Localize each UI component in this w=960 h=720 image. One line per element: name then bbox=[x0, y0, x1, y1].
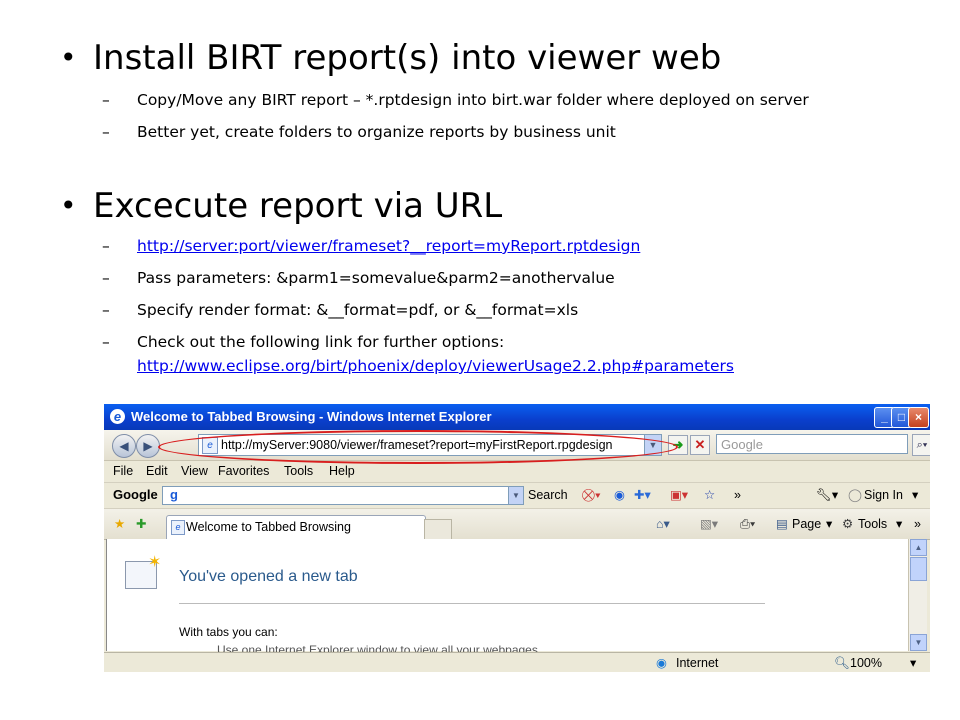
page-subheading: With tabs you can: bbox=[179, 625, 278, 639]
page-menu-button[interactable]: Page bbox=[792, 509, 821, 539]
gear-icon: ⚙ bbox=[842, 517, 854, 531]
ie-logo-icon: e bbox=[110, 409, 125, 424]
close-button[interactable]: × bbox=[908, 407, 929, 428]
print-icon[interactable]: ⎙▾ bbox=[740, 509, 755, 539]
chevron-down-icon[interactable]: ▾ bbox=[910, 653, 916, 672]
menu-edit[interactable]: Edit bbox=[146, 461, 168, 481]
tab-title: Welcome to Tabbed Browsing bbox=[186, 520, 351, 534]
popup-blocker-icon[interactable]: ⛒▾ bbox=[582, 483, 601, 507]
page-menu-icon: ▤ bbox=[776, 517, 788, 531]
sub-bullet-text: Copy/Move any BIRT report – *.rptdesign … bbox=[137, 91, 809, 109]
more-chevron-icon[interactable]: » bbox=[914, 509, 921, 539]
page-content: ✶ You've opened a new tab With tabs you … bbox=[106, 539, 909, 657]
search-icon[interactable]: ⌕▾ bbox=[912, 434, 930, 456]
new-tab-button[interactable] bbox=[424, 519, 452, 540]
chevron-down-icon[interactable]: ▼ bbox=[508, 487, 523, 504]
bullet-title-install: Install BIRT report(s) into viewer web bbox=[93, 38, 722, 78]
new-tab-icon: ✶ bbox=[125, 554, 161, 589]
sub-bullet-text: Pass parameters: &parm1=somevalue&parm2=… bbox=[137, 269, 615, 287]
divider bbox=[179, 603, 765, 604]
chevron-down-icon[interactable]: ▾ bbox=[912, 483, 918, 507]
status-bar: ◉ Internet 🔍︎ 100% ▾ bbox=[104, 652, 930, 672]
sign-in-button[interactable]: Sign In bbox=[864, 483, 903, 507]
frameset-url-link[interactable]: http://server:port/viewer/frameset?__rep… bbox=[137, 237, 640, 255]
sign-in-circle-icon: ◯ bbox=[848, 488, 862, 502]
menu-view[interactable]: View bbox=[181, 461, 208, 481]
forward-button[interactable]: ▶ bbox=[136, 434, 160, 458]
search-input[interactable]: Google bbox=[716, 434, 908, 454]
more-chevron-icon[interactable]: » bbox=[734, 483, 741, 507]
bullet-dot: • bbox=[60, 189, 77, 222]
scroll-thumb[interactable] bbox=[910, 557, 927, 581]
google-search-input[interactable]: ▼ bbox=[162, 486, 524, 505]
page-heading: You've opened a new tab bbox=[179, 568, 358, 585]
wrench-icon[interactable]: 🔧︎▾ bbox=[816, 483, 838, 507]
puzzle-icon[interactable]: ✚▾ bbox=[634, 483, 651, 507]
ie-screenshot: e Welcome to Tabbed Browsing - Windows I… bbox=[104, 404, 930, 672]
highlight-icon[interactable]: ▣▾ bbox=[670, 483, 688, 507]
add-favorite-icon[interactable]: ✚ bbox=[136, 509, 146, 539]
page-icon: e bbox=[171, 520, 185, 535]
menu-favorites[interactable]: Favorites bbox=[218, 461, 269, 481]
globe-icon: ◉ bbox=[656, 656, 667, 670]
zoom-icon: 🔍︎ bbox=[834, 656, 850, 670]
bullet-dot: • bbox=[60, 41, 77, 74]
sub-bullet-text: Better yet, create folders to organize r… bbox=[137, 123, 616, 141]
menu-file[interactable]: File bbox=[113, 461, 133, 481]
favorites-star-icon[interactable]: ★ bbox=[114, 509, 125, 539]
stop-button[interactable]: ✕ bbox=[690, 435, 710, 455]
back-button[interactable]: ◀ bbox=[112, 434, 136, 458]
window-title: Welcome to Tabbed Browsing - Windows Int… bbox=[131, 409, 492, 424]
window-title-bar[interactable]: e Welcome to Tabbed Browsing - Windows I… bbox=[104, 404, 930, 430]
security-zone: Internet bbox=[676, 656, 719, 670]
menu-bar: File Edit View Favorites Tools Help bbox=[104, 461, 930, 481]
chevron-down-icon[interactable]: ▾ bbox=[896, 509, 902, 539]
google-search-button[interactable]: Search bbox=[528, 483, 568, 507]
home-icon[interactable]: ⌂▾ bbox=[656, 509, 670, 539]
annotation-oval bbox=[158, 430, 678, 464]
google-g-button[interactable]: g bbox=[170, 483, 178, 507]
chevron-down-icon[interactable]: ▾ bbox=[826, 509, 832, 539]
viewer-usage-link[interactable]: http://www.eclipse.org/birt/phoenix/depl… bbox=[137, 357, 734, 375]
globe-icon[interactable]: ◉ bbox=[614, 483, 625, 507]
google-toolbar: Google ▼ g Search ⛒▾ ◉ ✚▾ ▣▾ ☆ » 🔧︎▾ ◯ S… bbox=[104, 482, 930, 507]
tab-welcome[interactable]: e Welcome to Tabbed Browsing bbox=[166, 515, 426, 540]
scroll-up-icon[interactable]: ▲ bbox=[910, 539, 927, 556]
feeds-icon[interactable]: ▧▾ bbox=[700, 509, 718, 539]
zoom-level[interactable]: 100% bbox=[850, 653, 882, 672]
bullet-title-execute: Excecute report via URL bbox=[93, 186, 503, 226]
scroll-down-icon[interactable]: ▼ bbox=[910, 634, 927, 651]
sub-bullet-text: Check out the following link for further… bbox=[137, 333, 505, 351]
menu-tools[interactable]: Tools bbox=[284, 461, 313, 481]
vertical-scrollbar[interactable]: ▲ ▼ bbox=[908, 539, 927, 651]
tools-menu-button[interactable]: Tools bbox=[858, 509, 887, 539]
tab-bar: ★ ✚ e Welcome to Tabbed Browsing ⌂▾ ▧▾ ⎙… bbox=[104, 508, 930, 540]
google-logo: Google bbox=[113, 487, 158, 502]
menu-help[interactable]: Help bbox=[329, 461, 355, 481]
star-icon[interactable]: ☆ bbox=[704, 483, 715, 507]
sub-bullet-text: Specify render format: &__format=pdf, or… bbox=[137, 301, 579, 319]
